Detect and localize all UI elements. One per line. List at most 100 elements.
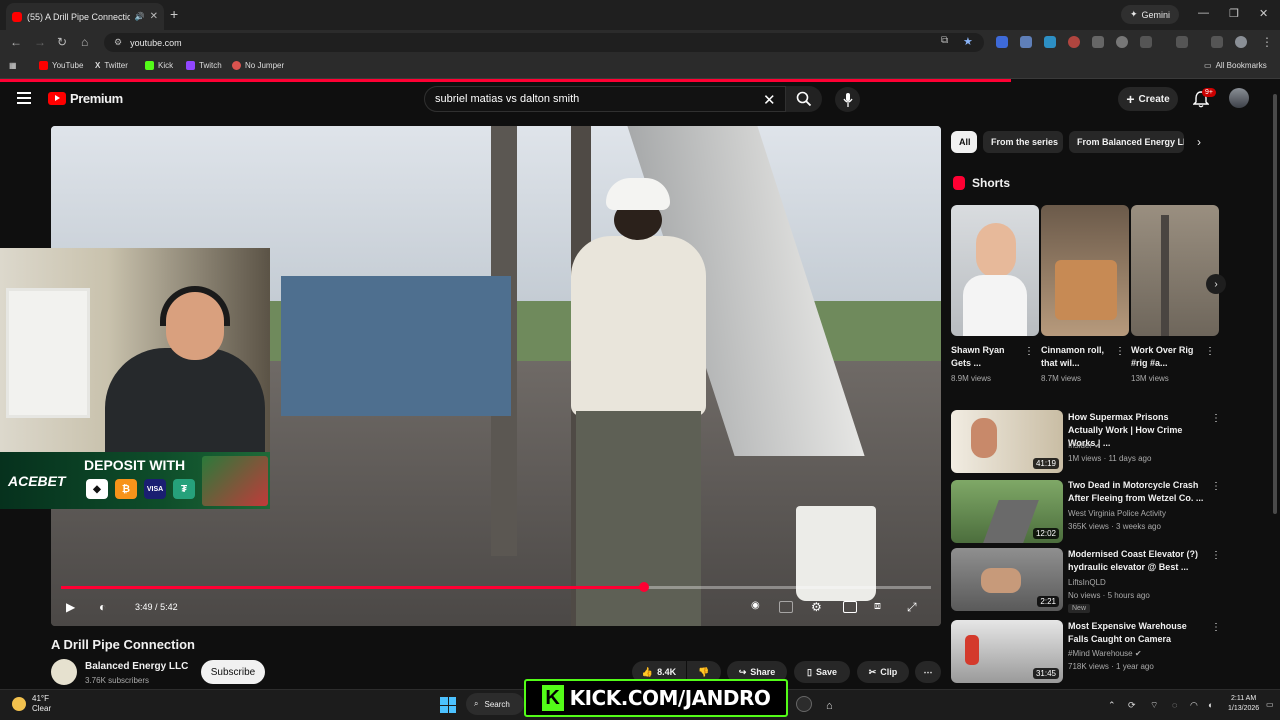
browser-tab[interactable]: (55) A Drill Pipe Connection 🔊 ✕ — [6, 3, 164, 30]
more-actions-button[interactable]: ⋯ — [915, 661, 941, 683]
shorts-next-button[interactable]: › — [1206, 274, 1226, 294]
channel-avatar[interactable] — [51, 659, 77, 685]
reload-icon[interactable]: ↻ — [57, 35, 67, 49]
extension-icon[interactable] — [1068, 36, 1080, 48]
bookmark-no-jumper[interactable]: No Jumper — [232, 61, 284, 70]
fullscreen-icon[interactable]: ⤢ — [907, 600, 917, 615]
home-icon[interactable]: ⌂ — [81, 35, 88, 49]
progress-scrubber[interactable] — [639, 582, 649, 592]
bookmark-youtube[interactable]: YouTube — [39, 61, 83, 70]
short-thumbnail[interactable] — [1041, 205, 1129, 336]
cast-icon[interactable]: ⧈ — [874, 600, 881, 613]
all-bookmarks[interactable]: ▭ All Bookmarks — [1204, 61, 1267, 70]
account-avatar[interactable] — [1229, 88, 1249, 108]
site-info-icon[interactable]: ⚙ — [114, 37, 122, 48]
video-title-link[interactable]: Two Dead in Motorcycle Crash After Fleei… — [1068, 479, 1204, 505]
settings-gear-icon[interactable]: ⚙ — [811, 600, 822, 614]
subscribe-button[interactable]: Subscribe — [201, 660, 265, 684]
forward-icon[interactable]: → — [34, 35, 46, 49]
more-vertical-icon[interactable]: ⋮ — [1205, 346, 1215, 357]
clip-button[interactable]: ✂ Clip — [857, 661, 909, 683]
short-title[interactable]: Shawn Ryan Gets ... — [951, 344, 1023, 370]
bookmark-kick[interactable]: Kick — [145, 61, 173, 70]
windows-start-icon[interactable] — [440, 697, 456, 713]
taskbar-search[interactable]: ⌕ Search — [466, 693, 524, 715]
apps-grid-icon[interactable]: ▦ — [9, 61, 17, 70]
bookmark-twitch[interactable]: Twitch — [186, 61, 222, 70]
close-tab-icon[interactable]: ✕ — [150, 11, 158, 22]
extension-icon[interactable] — [996, 36, 1008, 48]
search-button[interactable] — [786, 86, 822, 112]
clear-search-icon[interactable]: ✕ — [763, 91, 776, 109]
video-thumbnail[interactable]: 31:45 — [951, 620, 1063, 683]
maximize-icon[interactable]: ❐ — [1229, 7, 1239, 20]
channel-name[interactable]: #Mind Warehouse ✔ — [1068, 649, 1142, 658]
extension-icon[interactable] — [1116, 36, 1128, 48]
channel-name[interactable]: LiftsInQLD — [1068, 578, 1106, 587]
video-thumbnail[interactable]: 2:21 — [951, 548, 1063, 611]
back-icon[interactable]: ← — [10, 35, 22, 49]
video-title-link[interactable]: Modernised Coast Elevator (?) hydraulic … — [1068, 548, 1204, 574]
search-input[interactable]: subriel matias vs dalton smith — [424, 86, 786, 112]
hamburger-menu-icon[interactable] — [17, 92, 31, 104]
sync-icon[interactable]: ⟳ — [1128, 700, 1136, 711]
close-window-icon[interactable]: ✕ — [1259, 7, 1268, 20]
chevron-up-icon[interactable]: ⌃ — [1108, 700, 1116, 711]
captions-icon[interactable] — [779, 601, 793, 613]
channel-name[interactable]: West Virginia Police Activity — [1068, 509, 1166, 518]
new-tab-button[interactable]: + — [170, 6, 178, 22]
minimize-icon[interactable]: — — [1198, 7, 1209, 19]
profile-avatar[interactable] — [1235, 36, 1247, 48]
taskbar-clock[interactable]: 2:11 AM 1/13/2026 — [1228, 694, 1259, 714]
video-thumbnail[interactable]: 41:19 — [951, 410, 1063, 473]
tab-search-icon[interactable] — [1176, 36, 1188, 48]
kebab-menu-icon[interactable]: ⋮ — [1261, 35, 1273, 49]
extension-icon[interactable] — [1092, 36, 1104, 48]
more-vertical-icon[interactable]: ⋮ — [1115, 346, 1125, 357]
volume-icon[interactable]: ◐ — [99, 600, 106, 614]
more-vertical-icon[interactable]: ⋮ — [1024, 346, 1034, 357]
taskbar-app-icon[interactable]: ⌂ — [826, 700, 833, 712]
address-bar[interactable]: ⚙ youtube.com — [104, 33, 984, 52]
chip-all[interactable]: All — [951, 131, 977, 153]
notification-center-icon[interactable]: ▭ — [1266, 700, 1274, 709]
save-button[interactable]: ▯ Save — [794, 661, 850, 683]
channel-name[interactable]: Balanced Energy LLC — [85, 661, 188, 672]
extension-icon[interactable] — [1044, 36, 1056, 48]
youtube-logo[interactable]: Premium — [48, 91, 123, 106]
speaker-icon[interactable]: 🔊 — [135, 12, 145, 21]
voice-search-button[interactable] — [835, 87, 860, 112]
channel-name[interactable]: Insider ✔ — [1068, 441, 1101, 450]
reading-list-icon[interactable] — [1211, 36, 1223, 48]
extensions-puzzle-icon[interactable] — [1140, 36, 1152, 48]
gemini-button[interactable]: ✦ Gemini — [1121, 5, 1179, 24]
more-vertical-icon[interactable]: ⋮ — [1211, 622, 1221, 633]
more-vertical-icon[interactable]: ⋮ — [1211, 413, 1221, 424]
short-thumbnail[interactable] — [1131, 205, 1219, 336]
install-app-icon[interactable]: ⧉ — [941, 35, 948, 46]
chevron-right-icon[interactable]: › — [1197, 135, 1201, 149]
page-scrollbar[interactable] — [1273, 94, 1277, 514]
bookmark-star-icon[interactable]: ★ — [963, 35, 973, 48]
short-title[interactable]: Cinnamon roll, that wil... — [1041, 344, 1113, 370]
create-button[interactable]: + Create — [1118, 87, 1178, 111]
video-title-link[interactable]: Most Expensive Warehouse Falls Caught on… — [1068, 620, 1204, 646]
wifi-icon[interactable]: ◠ — [1190, 700, 1198, 711]
miniplayer-icon[interactable] — [843, 601, 857, 613]
more-vertical-icon[interactable]: ⋮ — [1211, 550, 1221, 561]
autoplay-toggle-icon[interactable]: ◉ — [751, 600, 760, 611]
short-title[interactable]: Work Over Rig #rig #a... — [1131, 344, 1203, 370]
weather-widget[interactable]: 41°F Clear — [12, 694, 51, 714]
play-icon[interactable]: ▶ — [66, 600, 75, 614]
video-thumbnail[interactable]: 12:02 — [951, 480, 1063, 543]
network-icon[interactable]: ⌔ — [1150, 700, 1158, 711]
extension-icon[interactable] — [1020, 36, 1032, 48]
volume-icon[interactable]: ◐ — [1208, 700, 1213, 710]
chip-from-the-series[interactable]: From the series — [983, 131, 1063, 153]
microphone-icon[interactable]: ◌ — [1172, 700, 1177, 710]
short-thumbnail[interactable] — [951, 205, 1039, 336]
taskbar-app-icon[interactable] — [796, 696, 812, 712]
more-vertical-icon[interactable]: ⋮ — [1211, 481, 1221, 492]
chip-from-balanced-energy[interactable]: From Balanced Energy LLC — [1069, 131, 1184, 153]
bookmark-twitter[interactable]: X Twitter — [95, 61, 128, 70]
